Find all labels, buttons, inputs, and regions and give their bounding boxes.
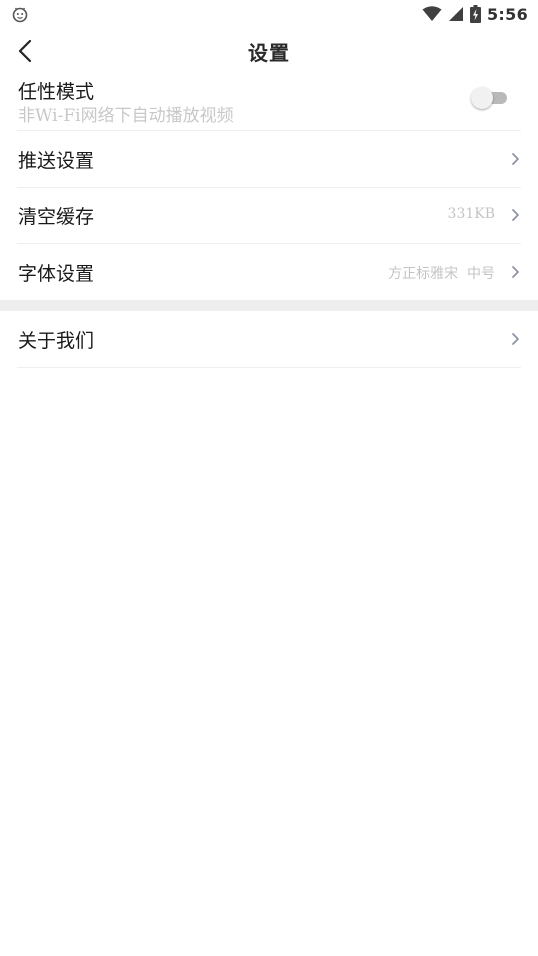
chevron-right-icon	[512, 153, 519, 165]
about-us-title: 关于我们	[18, 330, 95, 352]
wayward-mode-title: 任性模式	[18, 81, 95, 103]
header: 设置	[0, 28, 538, 74]
font-value: 方正标雅宋 中号	[388, 266, 495, 282]
clear-cache-title: 清空缓存	[18, 206, 95, 228]
chevron-right-icon	[512, 209, 519, 221]
settings-row-about[interactable]: 关于我们	[17, 311, 521, 368]
battery-charging-icon	[470, 5, 481, 23]
toggle-knob	[471, 87, 493, 109]
status-icons: 5:56	[422, 3, 528, 25]
status-time: 5:56	[487, 4, 528, 24]
chevron-right-icon	[512, 266, 519, 278]
page-title: 设置	[248, 41, 290, 65]
settings-row-wayward-mode: 任性模式 非Wi-Fi网络下自动播放视频	[17, 74, 521, 131]
chevron-right-icon	[512, 333, 519, 345]
settings-row-push[interactable]: 推送设置	[17, 131, 521, 188]
autoplay-toggle[interactable]	[471, 87, 509, 109]
status-bar: 5:56	[0, 0, 538, 28]
cell-signal-icon	[449, 7, 463, 21]
settings-row-clear-cache[interactable]: 清空缓存 331KB	[17, 188, 521, 244]
wifi-icon	[422, 6, 442, 21]
android-debug-icon	[12, 7, 28, 23]
settings-row-font[interactable]: 字体设置 方正标雅宋 中号	[17, 244, 521, 300]
font-settings-title: 字体设置	[18, 263, 95, 285]
wayward-mode-subtitle: 非Wi-Fi网络下自动播放视频	[18, 106, 234, 126]
push-settings-title: 推送设置	[18, 150, 95, 172]
section-divider	[0, 300, 538, 311]
cache-size-value: 331KB	[447, 206, 495, 222]
